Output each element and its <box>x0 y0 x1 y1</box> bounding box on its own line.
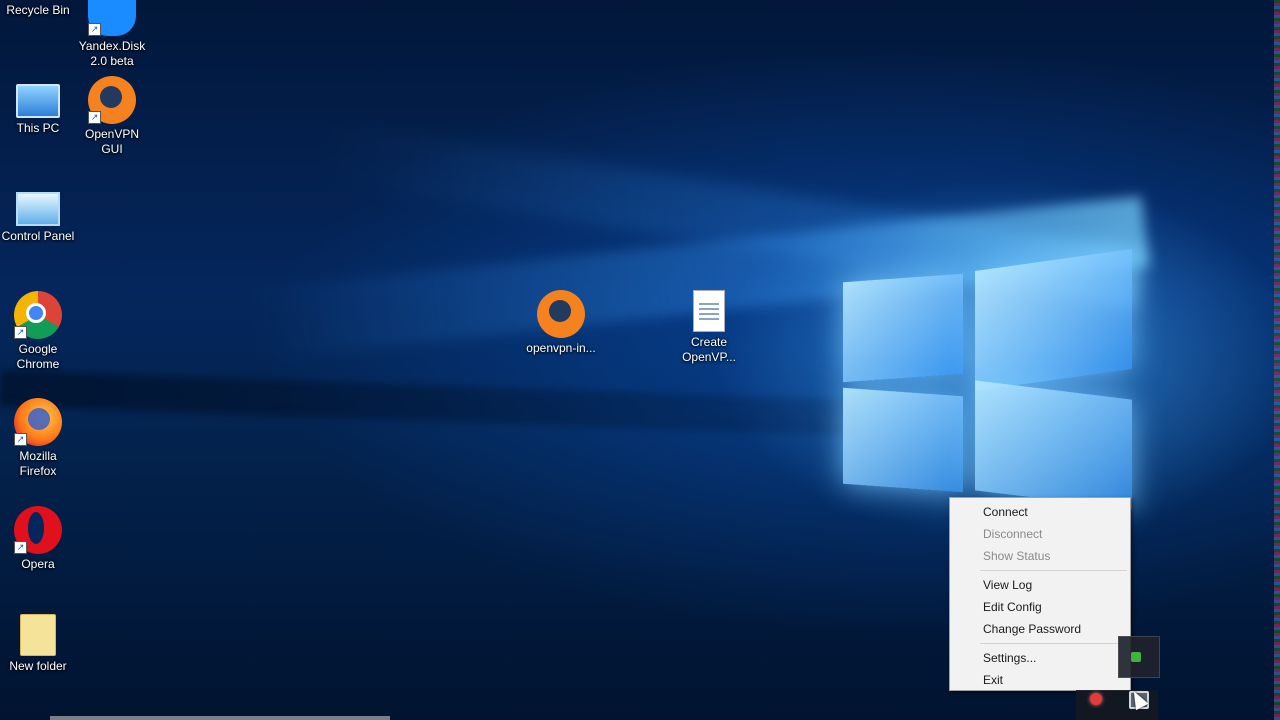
folder-icon <box>20 614 56 656</box>
menu-item-show-status: Show Status <box>983 549 1051 563</box>
shortcut-arrow-icon: ↗ <box>14 326 27 339</box>
desktop-icon-label: Recycle Bin <box>6 3 70 17</box>
desktop-icon-this-pc[interactable]: This PC <box>1 76 75 136</box>
desktop-icon-recycle-bin[interactable]: Recycle Bin <box>1 0 75 18</box>
logo-pane <box>975 248 1132 392</box>
desktop-icon-label: Mozilla Firefox <box>19 449 57 478</box>
shortcut-arrow-icon: ↗ <box>88 111 101 124</box>
logo-pane <box>975 380 1132 510</box>
desktop-icon-label: This PC <box>16 121 60 135</box>
desktop-icon-mozilla-firefox[interactable]: ↗ Mozilla Firefox <box>1 398 75 479</box>
yandex-disk-icon: ↗ <box>88 0 136 36</box>
desktop-icon-google-chrome[interactable]: ↗ Google Chrome <box>1 291 75 372</box>
menu-item-view-log[interactable]: View Log <box>950 574 1130 596</box>
menu-item-settings[interactable]: Settings... <box>950 647 1130 669</box>
red-status-icon[interactable] <box>1090 693 1102 705</box>
desktop-icon-label: Opera <box>21 557 55 571</box>
desktop-icon-openvpn-installer[interactable]: openvpn-in... <box>523 290 599 356</box>
openvpn-context-menu: Connect Disconnect Show Status View Log … <box>949 497 1131 691</box>
windows-logo-wallpaper <box>840 240 1135 510</box>
menu-item-change-password[interactable]: Change Password <box>950 618 1130 640</box>
firefox-icon: ↗ <box>14 398 62 446</box>
desktop-icon-new-folder[interactable]: New folder <box>1 614 75 674</box>
openvpn-installer-icon <box>537 290 585 338</box>
desktop-icon-openvpn-gui[interactable]: ↗ OpenVPN GUI <box>75 76 149 157</box>
document-icon <box>693 290 725 332</box>
desktop-icon-label: Google Chrome <box>16 342 60 371</box>
desktop-icon-label: Control Panel <box>1 229 75 243</box>
menu-item-disconnect: Disconnect <box>983 527 1043 541</box>
shield-check-icon[interactable] <box>1131 652 1141 662</box>
openvpn-icon: ↗ <box>88 76 136 124</box>
desktop-icon-label: Yandex.Disk 2.0 beta <box>78 39 146 68</box>
menu-item-exit[interactable]: Exit <box>950 669 1130 691</box>
desktop-icon-label: OpenVPN GUI <box>84 127 140 156</box>
opera-icon: ↗ <box>14 506 62 554</box>
shortcut-arrow-icon: ↗ <box>88 23 101 36</box>
desktop-icon-control-panel[interactable]: Control Panel <box>1 184 75 244</box>
logo-pane <box>843 273 963 383</box>
desktop-icon-label: openvpn-in... <box>526 341 596 355</box>
tray-overflow-flyout <box>1118 636 1160 678</box>
menu-separator <box>980 570 1127 571</box>
desktop-icon-opera[interactable]: ↗ Opera <box>1 506 75 572</box>
computer-icon <box>16 84 60 118</box>
desktop-icon-label: New folder <box>9 659 67 673</box>
menu-item-connect[interactable]: Connect <box>950 501 1130 523</box>
light-beam <box>0 370 861 437</box>
menu-separator <box>980 643 1127 644</box>
logo-pane <box>843 387 963 493</box>
menu-item-edit-config[interactable]: Edit Config <box>950 596 1130 618</box>
desktop-icon-label: Create OpenVP... <box>682 335 736 364</box>
control-panel-icon <box>16 192 60 226</box>
shortcut-arrow-icon: ↗ <box>14 541 27 554</box>
shortcut-arrow-icon: ↗ <box>14 433 27 446</box>
chrome-icon: ↗ <box>14 291 62 339</box>
screen-edge-artifact <box>1274 0 1280 720</box>
taskbar-edge <box>50 716 390 720</box>
desktop-icon-yandex-disk[interactable]: ↗ Yandex.Disk 2.0 beta <box>75 0 149 69</box>
desktop-icon-create-openvpn[interactable]: Create OpenVP... <box>672 290 746 365</box>
